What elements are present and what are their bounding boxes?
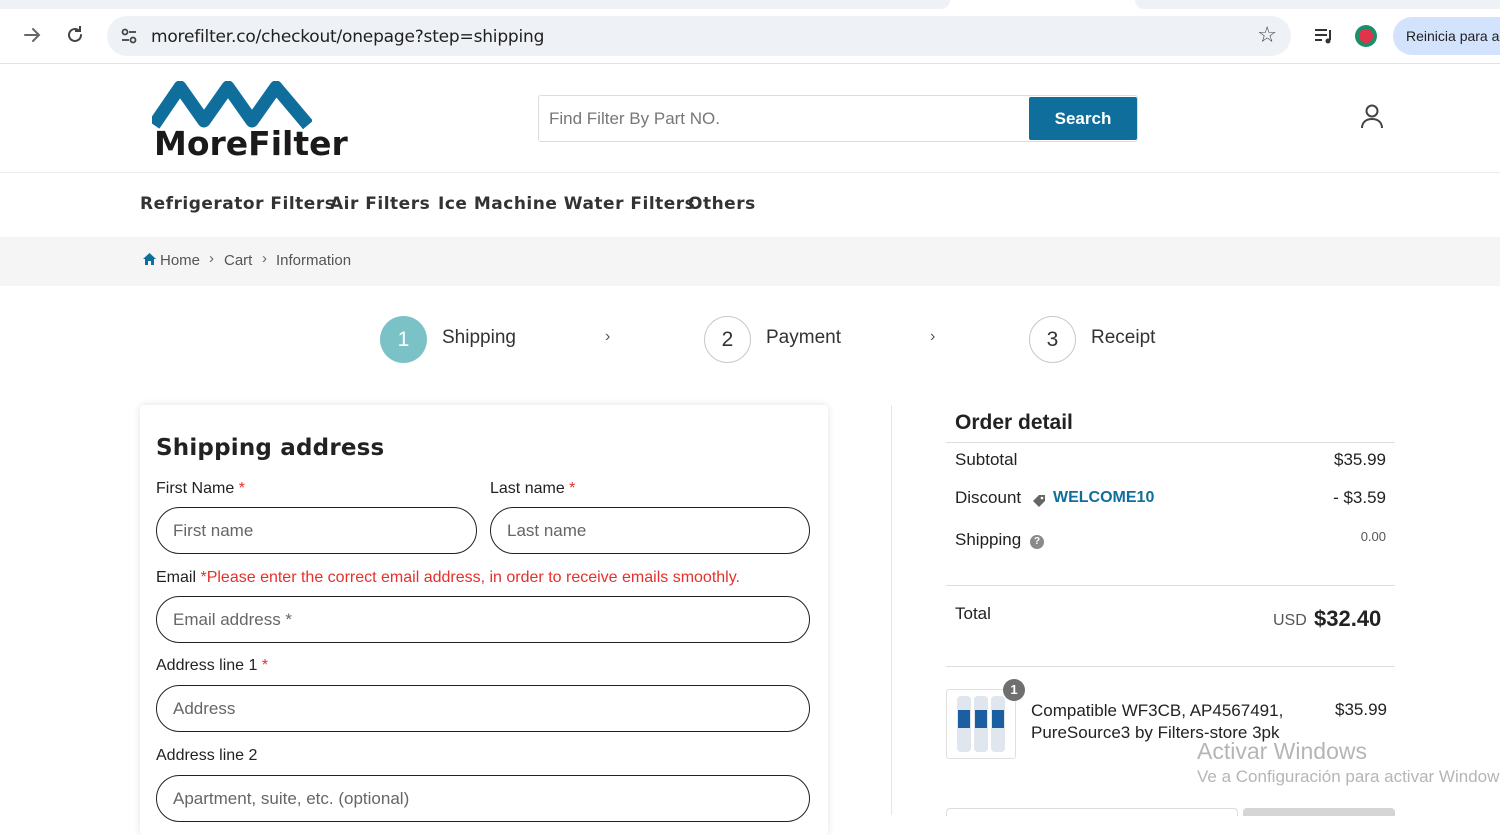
address-line-1-label: Address line 1 * <box>156 657 269 674</box>
order-detail-title: Order detail <box>955 411 1073 434</box>
step-receipt-label: Receipt <box>1091 327 1156 348</box>
windows-activation-watermark: Activar Windows <box>1197 738 1367 764</box>
quantity-badge: 1 <box>1003 679 1025 701</box>
address-line-2-input[interactable] <box>173 786 760 812</box>
column-divider <box>891 405 892 815</box>
chevron-right-icon: › <box>262 250 267 267</box>
extension-icon[interactable] <box>1354 24 1378 48</box>
discount-code: WELCOME10 <box>1053 489 1155 506</box>
divider <box>946 585 1395 586</box>
subtotal-label: Subtotal <box>955 450 1018 469</box>
update-profile-button[interactable]: Reinicia para actualizar <box>1393 17 1500 55</box>
user-account-icon[interactable] <box>1359 103 1385 129</box>
tag-icon <box>1031 493 1047 509</box>
email-label: Email *Please enter the correct email ad… <box>156 569 740 586</box>
address-bar[interactable]: morefilter.co/checkout/onepage?step=ship… <box>107 16 1291 56</box>
browser-toolbar: morefilter.co/checkout/onepage?step=ship… <box>0 10 1500 64</box>
breadcrumb-cart[interactable]: Cart <box>224 252 252 269</box>
nav-refrigerator-filters[interactable]: Refrigerator Filters <box>140 194 335 214</box>
tab-strip <box>0 0 1500 10</box>
bookmark-star-icon[interactable]: ☆ <box>1257 22 1277 48</box>
category-nav: Refrigerator Filters Air Filters Ice Mac… <box>0 174 1500 236</box>
first-name-field <box>156 507 477 554</box>
email-warning: *Please enter the correct email address,… <box>200 569 740 586</box>
nav-ice-machine-water-filters[interactable]: Ice Machine Water Filters <box>438 194 695 214</box>
step-3-circle: 3 <box>1029 316 1076 363</box>
address-line-2-label: Address line 2 <box>156 747 258 764</box>
total-value: $32.40 <box>1314 606 1382 631</box>
breadcrumb-information: Information <box>276 252 352 269</box>
breadcrumb-home[interactable]: Home <box>160 252 200 269</box>
divider <box>946 666 1395 667</box>
browser-tab[interactable] <box>0 0 950 9</box>
address-line-1-input[interactable] <box>173 696 760 722</box>
last-name-field <box>490 507 810 554</box>
morefilter-logo[interactable]: MoreFilter <box>152 81 348 163</box>
product-price: $35.99 <box>1335 700 1387 719</box>
windows-activation-subtext: Ve a Configuración para activar Windows. <box>1197 767 1500 786</box>
step-payment-label: Payment <box>766 327 841 348</box>
total-label: Total <box>955 604 991 623</box>
step-1-circle: 1 <box>380 316 427 363</box>
shipping-address-card: Shipping address First Name * Last name … <box>140 405 828 835</box>
search-button[interactable]: Search <box>1029 97 1137 140</box>
media-queue-icon[interactable] <box>1312 24 1336 48</box>
address-line-1-field <box>156 685 810 732</box>
help-icon[interactable]: ? <box>1030 535 1044 549</box>
total-currency: USD <box>1273 612 1307 629</box>
product-thumbnail <box>946 689 1016 759</box>
chevron-right-icon: › <box>605 328 611 345</box>
reload-icon[interactable] <box>63 23 87 47</box>
home-icon[interactable] <box>142 252 157 271</box>
discount-label: Discount <box>955 488 1022 507</box>
site-settings-icon[interactable] <box>117 24 141 48</box>
last-name-label: Last name * <box>490 480 576 497</box>
email-input[interactable] <box>173 607 760 633</box>
nav-air-filters[interactable]: Air Filters <box>330 194 430 214</box>
chevron-right-icon: › <box>930 328 936 345</box>
search-input[interactable] <box>549 105 1019 133</box>
first-name-input[interactable] <box>173 518 461 544</box>
step-shipping-label: Shipping <box>442 327 516 348</box>
divider <box>946 442 1395 443</box>
breadcrumb: Home › Cart › Information <box>0 237 1500 286</box>
last-name-input[interactable] <box>507 518 794 544</box>
browser-tab[interactable] <box>1135 0 1500 9</box>
discount-value: - $3.59 <box>1333 488 1386 507</box>
site-header: MoreFilter Search <box>0 65 1500 173</box>
logo-text: MoreFilter <box>154 124 348 163</box>
shipping-label: Shipping <box>955 530 1022 549</box>
shipping-address-title: Shipping address <box>156 435 385 461</box>
first-name-label: First Name * <box>156 480 245 497</box>
nav-others[interactable]: Others <box>688 194 756 214</box>
search-box: Search <box>538 95 1138 142</box>
forward-icon[interactable] <box>20 23 44 47</box>
subtotal-value: $35.99 <box>1334 450 1386 469</box>
step-2-circle: 2 <box>704 316 751 363</box>
url-text[interactable]: morefilter.co/checkout/onepage?step=ship… <box>151 27 544 47</box>
email-field <box>156 596 810 643</box>
chevron-right-icon: › <box>209 250 214 267</box>
shipping-value: 0.00 <box>1360 529 1386 544</box>
